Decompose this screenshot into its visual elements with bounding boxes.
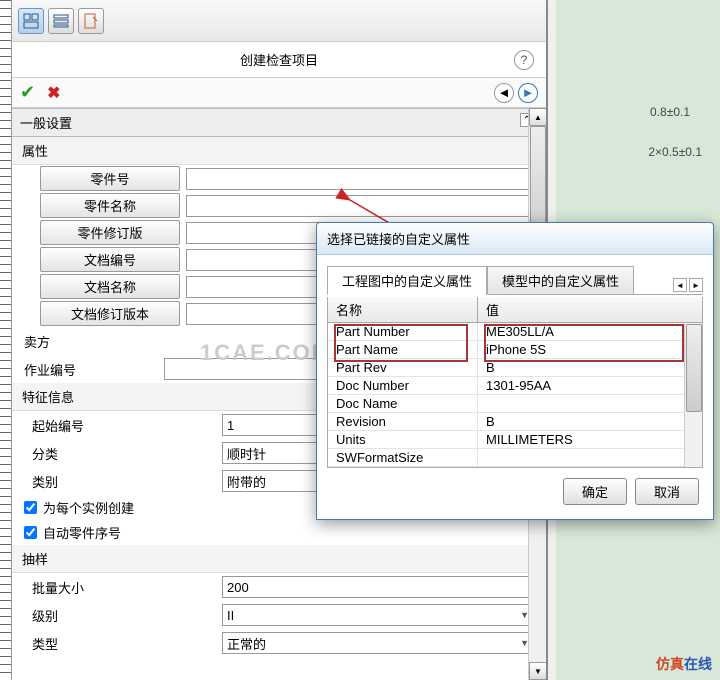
section-general-label: 一般设置 <box>20 116 72 131</box>
table-row[interactable]: Doc Name <box>328 395 702 413</box>
sub-properties: 属性 <box>12 137 542 165</box>
category-label: 类别 <box>32 472 222 491</box>
row-value: ME305LL/A <box>478 323 702 340</box>
classification-label: 分类 <box>32 444 222 463</box>
row-name: Revision <box>328 413 478 430</box>
dimension-1: 0.8±0.1 <box>650 105 690 119</box>
type-label: 类型 <box>32 634 222 653</box>
cancel-icon[interactable]: ✖ <box>47 83 60 103</box>
properties-table: 名称 值 Part NumberME305LL/APart NameiPhone… <box>327 297 703 468</box>
batch-size-label: 批量大小 <box>32 578 222 597</box>
tab-scroll-right-icon[interactable]: ► <box>689 278 703 292</box>
auto-seq-checkbox[interactable] <box>24 526 37 539</box>
section-sampling: 抽样 <box>12 545 542 573</box>
scroll-up-icon[interactable]: ▲ <box>529 108 546 126</box>
row-value: B <box>478 413 702 430</box>
next-arrow-icon[interactable]: ► <box>518 83 538 103</box>
part-number-input[interactable] <box>186 168 534 190</box>
table-row[interactable]: UnitsMILLIMETERS <box>328 431 702 449</box>
panel-toolbar <box>12 0 546 42</box>
category-value: 附带的 <box>227 472 266 491</box>
panel-title-row: 创建检查项目 ? <box>12 42 546 78</box>
dialog-tabs: 工程图中的自定义属性 模型中的自定义属性 ◄► <box>327 265 703 295</box>
section-general[interactable]: 一般设置 ⌃ <box>12 108 542 137</box>
part-rev-button[interactable]: 零件修订版 <box>40 220 180 245</box>
seller-label: 卖方 <box>24 332 164 351</box>
row-value: 1301-95AA <box>478 377 702 394</box>
part-name-button[interactable]: 零件名称 <box>40 193 180 218</box>
row-value: MILLIMETERS <box>478 431 702 448</box>
dimension-2: 2×0.5±0.1 <box>648 145 702 159</box>
table-row[interactable]: Part NameiPhone 5S <box>328 341 702 359</box>
scroll-down-icon[interactable]: ▼ <box>529 662 546 680</box>
accept-icon[interactable]: ✔ <box>20 82 35 103</box>
watermark-a: 仿真 <box>656 656 684 672</box>
col-value: 值 <box>478 297 507 322</box>
part-name-input[interactable] <box>186 195 534 217</box>
prev-arrow-icon[interactable]: ◄ <box>494 83 514 103</box>
tab-scroll-left-icon[interactable]: ◄ <box>673 278 687 292</box>
doc-number-button[interactable]: 文档编号 <box>40 247 180 272</box>
dialog-title: 选择已链接的自定义属性 <box>317 223 713 255</box>
table-row[interactable]: SWFormatSize <box>328 449 702 467</box>
auto-seq-label: 自动零件序号 <box>43 523 121 542</box>
cancel-button[interactable]: 取消 <box>635 478 699 505</box>
doc-name-button[interactable]: 文档名称 <box>40 274 180 299</box>
row-name: Units <box>328 431 478 448</box>
row-name: Doc Number <box>328 377 478 394</box>
vertical-ruler <box>0 0 12 680</box>
type-dropdown[interactable]: 正常的 <box>222 632 534 654</box>
row-value <box>478 395 702 412</box>
job-number-label: 作业编号 <box>24 360 164 379</box>
tool-edit-icon[interactable] <box>78 8 104 34</box>
tool-list-icon[interactable] <box>48 8 74 34</box>
tool-layout-icon[interactable] <box>18 8 44 34</box>
type-value: 正常的 <box>227 634 266 653</box>
properties-dialog: 选择已链接的自定义属性 工程图中的自定义属性 模型中的自定义属性 ◄► 名称 值… <box>316 222 714 520</box>
row-value: B <box>478 359 702 376</box>
row-name: Part Name <box>328 341 478 358</box>
watermark-center: 1CAE.COM <box>200 340 332 366</box>
action-row: ✔ ✖ ◄ ► <box>12 78 546 108</box>
part-number-button[interactable]: 零件号 <box>40 166 180 191</box>
each-instance-label: 为每个实例创建 <box>43 498 134 517</box>
ok-button[interactable]: 确定 <box>563 478 627 505</box>
level-value: II <box>227 608 234 623</box>
classification-value: 顺时针 <box>227 444 266 463</box>
table-row[interactable]: Part NumberME305LL/A <box>328 323 702 341</box>
tab-model-props[interactable]: 模型中的自定义属性 <box>487 266 634 295</box>
doc-rev-button[interactable]: 文档修订版本 <box>40 301 180 326</box>
col-name: 名称 <box>328 297 478 322</box>
row-name: Part Rev <box>328 359 478 376</box>
level-dropdown[interactable]: II <box>222 604 534 626</box>
table-scroll-thumb[interactable] <box>686 324 702 412</box>
row-value <box>478 449 702 466</box>
batch-size-input[interactable] <box>222 576 534 598</box>
table-row[interactable]: Doc Number1301-95AA <box>328 377 702 395</box>
panel-title: 创建检查项目 <box>240 50 318 69</box>
start-number-label: 起始编号 <box>32 416 222 435</box>
help-icon[interactable]: ? <box>514 50 534 70</box>
each-instance-checkbox[interactable] <box>24 501 37 514</box>
row-value: iPhone 5S <box>478 341 702 358</box>
table-header: 名称 值 <box>328 297 702 323</box>
watermark-corner: 仿真在线 <box>656 654 712 674</box>
row-name: SWFormatSize <box>328 449 478 466</box>
level-label: 级别 <box>32 606 222 625</box>
row-name: Part Number <box>328 323 478 340</box>
table-row[interactable]: Part RevB <box>328 359 702 377</box>
table-row[interactable]: RevisionB <box>328 413 702 431</box>
watermark-b: 在线 <box>684 656 712 672</box>
tab-drawing-props[interactable]: 工程图中的自定义属性 <box>327 266 487 295</box>
row-name: Doc Name <box>328 395 478 412</box>
table-scrollbar[interactable] <box>684 323 702 467</box>
